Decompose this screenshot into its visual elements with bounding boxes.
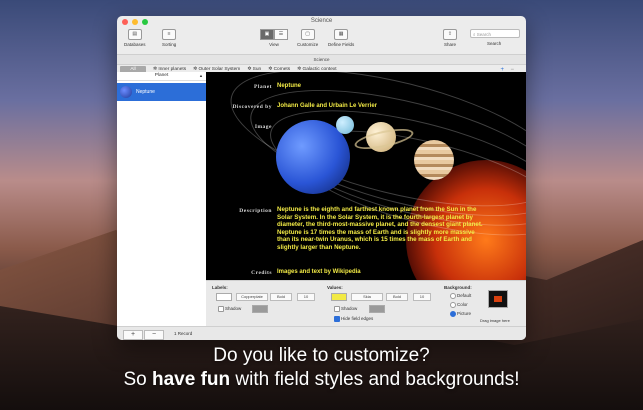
record-count: 1 Record: [174, 331, 193, 336]
card-view-icon[interactable]: ▣: [260, 29, 274, 40]
discovered-value[interactable]: Johann Galle and Urbain Le Verrier: [277, 103, 377, 109]
fields-icon: ▦: [334, 29, 349, 40]
list-view-icon[interactable]: ☰: [274, 29, 288, 40]
label-shadow-text: Shadow: [225, 306, 242, 311]
values-title: Values:: [327, 285, 343, 290]
caption-line-2: So have fun with field styles and backgr…: [123, 369, 520, 390]
uranus-planet: [336, 116, 354, 134]
list-item[interactable]: Neptune: [117, 83, 206, 101]
label-shadow-checkbox[interactable]: [218, 306, 224, 312]
database-name-bar: Science: [117, 55, 526, 65]
style-properties-panel: Labels: Copperplate Bold 10 Shadow Value…: [206, 280, 526, 327]
remove-record-button[interactable]: −: [144, 330, 164, 340]
label-weight-select[interactable]: Bold: [270, 293, 292, 301]
value-shadow-checkbox[interactable]: [334, 306, 340, 312]
value-size-select[interactable]: 10: [413, 293, 431, 301]
labels-title: Labels:: [212, 285, 228, 290]
description-value[interactable]: Neptune is the eighth and farthest known…: [277, 206, 483, 252]
image-label: Image: [254, 124, 272, 130]
background-image-well[interactable]: [488, 290, 508, 308]
hide-field-edges-checkbox[interactable]: [334, 316, 340, 322]
window-title: Science: [310, 18, 333, 24]
value-color-well[interactable]: [331, 293, 347, 301]
sorting-button[interactable]: ≡ Sorting: [162, 29, 176, 47]
share-icon: ⇪: [443, 29, 457, 40]
databases-button[interactable]: ▤ Databases: [124, 29, 146, 47]
value-shadow-text: Shadow: [341, 306, 358, 311]
discovered-label: Discovered by: [232, 104, 272, 110]
background-picture-text: Picture: [457, 311, 472, 316]
record-list-header[interactable]: Planet ▲: [117, 72, 206, 81]
define-fields-button[interactable]: ▦ Define Fields: [328, 29, 354, 47]
description-label: Description: [239, 208, 272, 214]
label-size-select[interactable]: 10: [297, 293, 315, 301]
label-font-select[interactable]: Copperplate: [236, 293, 268, 301]
search-input[interactable]: ⌕ Search: [470, 29, 520, 38]
title-bar: Science: [117, 16, 526, 28]
add-record-button[interactable]: +: [123, 330, 143, 340]
value-weight-select[interactable]: Bold: [386, 293, 408, 301]
background-color-text: Color: [457, 302, 468, 307]
label-color-well[interactable]: [216, 293, 232, 301]
label-shadow-color[interactable]: [252, 305, 268, 313]
sort-icon: ≡: [162, 29, 177, 40]
database-icon: ▤: [127, 29, 142, 40]
value-shadow-color[interactable]: [369, 305, 385, 313]
neptune-thumbnail: [120, 86, 132, 98]
caption-line-1: Do you like to customize?: [213, 345, 430, 366]
background-title: Background:: [444, 285, 472, 290]
sort-ascending-icon: ▲: [199, 73, 203, 78]
customize-button[interactable]: ▢ Customize: [297, 29, 318, 47]
background-picture-radio[interactable]: [450, 311, 456, 317]
background-default-radio[interactable]: [450, 293, 456, 299]
bottom-bar: + − 1 Record: [117, 326, 526, 340]
planet-image[interactable]: [274, 112, 464, 202]
credits-label: Credits: [251, 270, 272, 276]
planet-value[interactable]: Neptune: [277, 83, 301, 89]
background-color-radio[interactable]: [450, 302, 456, 308]
search-icon: ⌕: [473, 32, 476, 37]
background-default-text: Default: [457, 293, 472, 298]
jupiter-planet: [414, 140, 454, 180]
background-thumbnail: [494, 296, 502, 302]
planet-label: Planet: [254, 84, 272, 90]
record-list: Planet ▲ Neptune: [117, 72, 207, 326]
credits-value[interactable]: Images and text by Wikipedia: [277, 269, 361, 275]
view-control[interactable]: ▣ ☰ View: [260, 29, 288, 47]
toolbar: ▤ Databases ≡ Sorting ▣ ☰ View ▢ Customi…: [117, 28, 526, 55]
value-font-select[interactable]: Skia: [351, 293, 383, 301]
share-button[interactable]: ⇪ Share: [443, 29, 457, 47]
hide-field-edges-text: Hide field edges: [341, 316, 374, 321]
customize-icon: ▢: [300, 29, 315, 40]
record-card: Planet Neptune Discovered by Johann Gall…: [206, 72, 526, 280]
app-window: Science ▤ Databases ≡ Sorting ▣ ☰ View ▢…: [117, 16, 526, 340]
drag-image-hint: Drag image here: [480, 318, 510, 323]
search-label: Search: [487, 41, 502, 46]
